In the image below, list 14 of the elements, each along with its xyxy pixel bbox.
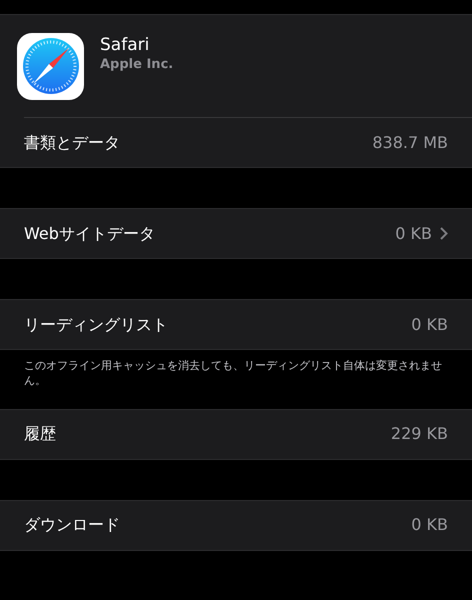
developer-name: Apple Inc. bbox=[100, 56, 174, 74]
app-name: Safari bbox=[100, 35, 150, 56]
row-value: 0 KB bbox=[395, 222, 432, 244]
row-label: 書類とデータ bbox=[24, 132, 120, 154]
row-value: 0 KB bbox=[411, 514, 448, 536]
row-label: リーディングリスト bbox=[24, 314, 168, 336]
row-value: 838.7 MB bbox=[372, 132, 448, 154]
row-value: 0 KB bbox=[411, 314, 448, 336]
row-label: 履歴 bbox=[24, 423, 56, 446]
row-label: Webサイトデータ bbox=[24, 222, 155, 244]
row-label: ダウンロード bbox=[24, 514, 120, 536]
compass-icon bbox=[17, 32, 84, 100]
footer-note: このオフライン用キャッシュを消去しても、リーディングリスト自体は変更されません。 bbox=[23, 358, 443, 390]
row-value: 229 KB bbox=[390, 423, 448, 446]
